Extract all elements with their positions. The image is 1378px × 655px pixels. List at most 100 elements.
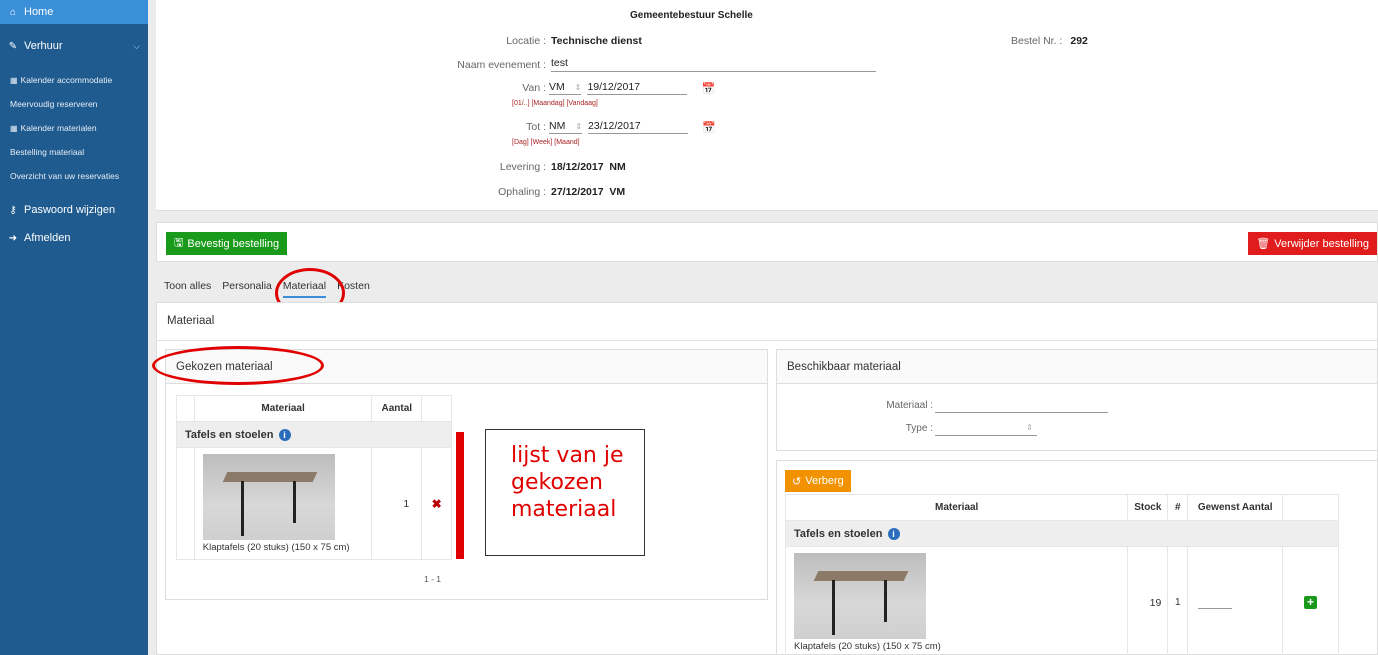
- select-arrows-icon: ⇕: [574, 82, 582, 92]
- tot-date-input[interactable]: 23/12/2017: [588, 120, 689, 134]
- calendar-icon[interactable]: 📅: [702, 121, 716, 134]
- order-header-panel: Gemeentebestuur Schelle Locatie : Techni…: [156, 0, 1378, 211]
- sidebar-item-label: Kalender materialen: [20, 123, 97, 133]
- column-header-hash: #: [1167, 494, 1189, 521]
- hide-button-label: Verberg: [805, 475, 844, 487]
- organization-name: Gemeentebestuur Schelle: [630, 10, 753, 21]
- table-header-spacer: [1282, 494, 1339, 521]
- locatie-label: Locatie :: [506, 35, 546, 47]
- material-name: Klaptafels (20 stuks) (150 x 75 cm): [202, 542, 350, 553]
- sidebar-item-verhuur[interactable]: ✎ Verhuur ⌵: [0, 24, 148, 68]
- material-name: Klaptafels (20 stuks) (150 x 75 cm): [794, 641, 941, 652]
- sidebar-item-overzicht-reservaties[interactable]: Overzicht van uw reservaties: [0, 164, 148, 188]
- naam-evenement-input[interactable]: test: [551, 57, 876, 72]
- product-image: [202, 454, 335, 540]
- action-bar: 🖫 Bevestig bestelling 🗑 Verwijder bestel…: [156, 222, 1378, 262]
- material-cell: Klaptafels (20 stuks) (150 x 75 cm): [193, 447, 373, 560]
- info-icon[interactable]: i: [278, 428, 291, 441]
- bestel-number: 292: [1070, 35, 1088, 47]
- add-icon[interactable]: +: [1304, 596, 1318, 609]
- tab-personalia[interactable]: Personalia: [222, 280, 272, 298]
- van-daypart-value: VM: [549, 81, 565, 93]
- sidebar-item-label: Afmelden: [24, 232, 71, 244]
- confirm-order-label: Bevestig bestelling: [187, 237, 280, 250]
- table-top-shape: [813, 571, 909, 581]
- ophaling-value: 27/12/2017 VM: [551, 186, 626, 198]
- trash-icon: 🗑: [1256, 238, 1271, 250]
- bestel-label: Bestel Nr. :: [1011, 35, 1063, 47]
- calendar-icon[interactable]: 📅: [701, 82, 715, 95]
- callout-line: lijst van je: [511, 443, 624, 468]
- pager: 1 - 1: [424, 574, 442, 584]
- ophaling-row: Ophaling : 27/12/2017 VM: [418, 186, 625, 198]
- naam-row: Naam evenement : test: [378, 57, 876, 72]
- sidebar-item-home[interactable]: ⌂ Home: [0, 0, 148, 24]
- ophaling-label: Ophaling :: [498, 186, 546, 198]
- table-header-spacer: [176, 395, 195, 422]
- tab-toon-alles[interactable]: Toon alles: [164, 280, 211, 298]
- callout-line: materiaal: [511, 497, 617, 522]
- naam-label: Naam evenement :: [457, 58, 546, 71]
- sidebar-item-meervoudig-reserveren[interactable]: Meervoudig reserveren: [0, 92, 148, 116]
- tot-label: Tot :: [526, 121, 546, 133]
- van-date-input[interactable]: 19/12/2017: [587, 81, 688, 95]
- available-material-card: Beschikbaar materiaal Materiaal : Type :…: [776, 349, 1378, 451]
- table-row: Klaptafels (20 stuks) (150 x 75 cm) 19 1…: [784, 546, 1339, 655]
- material-cell: Klaptafels (20 stuks) (150 x 75 cm): [784, 546, 1129, 655]
- table-leg-shape: [240, 481, 244, 536]
- delete-order-label: Verwijder bestelling: [1274, 237, 1369, 250]
- chevron-down-icon: ⌵: [133, 40, 140, 51]
- remove-icon[interactable]: ✖: [421, 447, 452, 560]
- delete-order-button[interactable]: 🗑 Verwijder bestelling: [1248, 232, 1377, 255]
- sidebar-item-label: Overzicht van uw reservaties: [10, 171, 120, 181]
- info-icon[interactable]: i: [887, 527, 900, 540]
- filter-type-select[interactable]: ⇕: [935, 420, 1037, 436]
- sidebar-item-label: Meervoudig reserveren: [10, 99, 98, 109]
- annotation-ellipse-title: [152, 346, 324, 385]
- group-row: Tafels en stoelen i: [176, 421, 452, 448]
- group-cell: Tafels en stoelen i: [785, 520, 1339, 547]
- callout-line: gekozen: [511, 470, 603, 495]
- select-arrows-icon: ⇕: [575, 121, 583, 131]
- stock-cell: 19: [1127, 546, 1169, 655]
- van-daypart-select[interactable]: VM ⇕: [549, 81, 582, 95]
- sidebar-item-bestelling-materiaal[interactable]: Bestelling materiaal: [0, 140, 148, 164]
- tot-hint-links[interactable]: [Dag] [Week] [Maand]: [512, 139, 580, 146]
- wanted-amount-input[interactable]: [1198, 608, 1233, 609]
- sidebar-item-kalender-materialen[interactable]: ▦ Kalender materialen: [0, 116, 148, 140]
- table-row: Klaptafels (20 stuks) (150 x 75 cm) 1 ✖: [176, 447, 452, 560]
- column-header-gewenst: Gewenst Aantal: [1187, 494, 1284, 521]
- row-spacer: [176, 447, 195, 560]
- sidebar-item-label: Paswoord wijzigen: [24, 204, 116, 216]
- group-label: Tafels en stoelen: [185, 428, 274, 441]
- wanted-cell: [1187, 546, 1284, 655]
- divider: [157, 340, 1377, 341]
- sidebar-item-kalender-accommodatie[interactable]: ▦ Kalender accommodatie: [0, 68, 148, 92]
- key-icon: ⚷: [9, 204, 17, 216]
- tab-bar: Toon alles Personalia Materiaal Kosten: [164, 280, 381, 298]
- section-title: Materiaal: [167, 315, 215, 327]
- group-label: Tafels en stoelen: [794, 527, 883, 540]
- sign-out-icon: ➜: [8, 232, 18, 244]
- sidebar-item-label: Home: [24, 6, 54, 18]
- column-header-aantal: Aantal: [371, 395, 423, 422]
- levering-value: 18/12/2017 NM: [551, 161, 626, 173]
- tot-daypart-select[interactable]: NM ⇕: [549, 120, 583, 134]
- van-hint-links[interactable]: [01/..] [Maandag] [Vandaag]: [512, 100, 598, 107]
- home-icon: ⌂: [9, 6, 17, 18]
- annotation-bar: [456, 432, 464, 559]
- sidebar-item-paswoord[interactable]: ⚷ Paswoord wijzigen: [0, 198, 148, 222]
- bestel-row: Bestel Nr. : 292: [1011, 35, 1088, 47]
- calendar-icon: ▦: [10, 123, 18, 133]
- van-row: Van : VM ⇕ 19/12/2017 📅: [418, 81, 715, 95]
- calendar-icon: ▦: [10, 75, 18, 85]
- filter-material-input[interactable]: [935, 412, 1108, 413]
- filter-material-label: Materiaal :: [886, 400, 933, 411]
- sidebar-item-afmelden[interactable]: ➜ Afmelden: [0, 226, 148, 250]
- table-leg-shape: [292, 481, 296, 523]
- available-material-table: Materiaal Stock # Gewenst Aantal Tafels …: [784, 494, 1339, 655]
- levering-label: Levering :: [499, 161, 546, 173]
- van-date-value: 19/12/2017: [587, 81, 641, 93]
- hide-button[interactable]: ↺ Verberg: [785, 470, 851, 492]
- confirm-order-button[interactable]: 🖫 Bevestig bestelling: [166, 232, 288, 255]
